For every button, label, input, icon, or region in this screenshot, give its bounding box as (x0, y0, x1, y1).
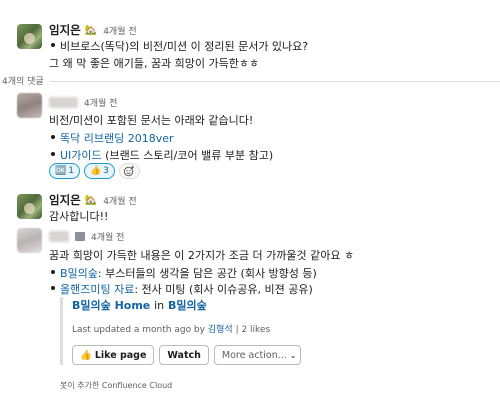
unfurl-actions: 👍 Like page Watch More action... ⌄ (72, 345, 400, 365)
avatar[interactable] (17, 24, 42, 49)
doc-link[interactable]: 올핸즈미팅 자료 (60, 283, 134, 296)
list-item: UI가이드 (브랜드 스토리/코어 밸류 부분 참고) (50, 149, 274, 162)
watch-button[interactable]: Watch (159, 345, 209, 365)
reaction-count: 1 (68, 166, 74, 176)
message-bullet: 비브로스(똑닥)의 비전/미션 이 정리된 문서가 있나요? (50, 40, 309, 53)
doc-link[interactable]: B밀의숲 (60, 267, 98, 280)
add-emoji-icon (124, 165, 135, 177)
unfurl-source: 봇이 추가한 Confluence Cloud (60, 381, 173, 390)
reaction-count: 3 (103, 166, 109, 176)
avatar[interactable] (17, 228, 42, 253)
message-header: 4개월 전 (49, 230, 124, 243)
message-text: 감사합니다!! (49, 210, 109, 223)
add-reaction-button[interactable] (118, 163, 140, 179)
timestamp[interactable]: 4개월 전 (84, 96, 117, 109)
author-name-redacted[interactable] (49, 97, 78, 108)
page-link[interactable]: B밀의숲 Home (72, 299, 150, 312)
reaction-ok[interactable]: 🆗 1 (49, 163, 80, 179)
timestamp[interactable]: 4개월 전 (103, 194, 136, 207)
unfurl-meta: Last updated a month ago by 김형석 | 2 like… (72, 325, 271, 335)
message-header: 4개월 전 (49, 96, 117, 109)
confluence-unfurl-card: B밀의숲 Home in B밀의숲 Last updated a month a… (60, 297, 400, 365)
unfurl-title: B밀의숲 Home in B밀의숲 (72, 299, 207, 312)
avatar[interactable] (17, 194, 42, 219)
author-name-redacted[interactable] (49, 231, 69, 242)
timestamp[interactable]: 4개월 전 (91, 230, 124, 243)
status-emoji-icon: 🏡 (84, 24, 98, 36)
status-badge-icon (75, 232, 85, 241)
timestamp[interactable]: 4개월 전 (103, 24, 136, 37)
list-item: 올핸즈미팅 자료: 전사 미팅 (회사 이슈공유, 비젼 공유) (51, 283, 313, 296)
like-page-button[interactable]: 👍 Like page (72, 345, 155, 365)
status-emoji-icon: 🏡 (84, 194, 98, 206)
message-header: 임지은 🏡 4개월 전 (49, 22, 137, 38)
message-text: 그 왜 막 좋은 애기들, 꿈과 희망이 가득한ㅎㅎ (49, 57, 260, 70)
thread-divider (50, 81, 500, 82)
author-name[interactable]: 임지은 (49, 22, 81, 38)
space-link[interactable]: B밀의숲 (168, 299, 207, 312)
more-action-select[interactable]: More action... ⌄ (213, 345, 301, 365)
thumbs-up-icon: 👍 (80, 349, 92, 361)
list-item: B밀의숲: 부스터들의 생각을 담은 공간 (회사 방향성 등) (51, 267, 317, 280)
ok-emoji-icon: 🆗 (55, 166, 67, 176)
message-text: 꿈과 희망이 가득한 내용은 이 2가지가 조금 더 가까울것 같아요 ㅎ (49, 249, 355, 262)
thumbs-up-emoji-icon: 👍 (89, 166, 102, 176)
message-header: 임지은 🏡 4개월 전 (49, 192, 137, 208)
avatar[interactable] (17, 93, 42, 118)
user-link[interactable]: 김형석 (208, 325, 233, 335)
chevron-down-icon: ⌄ (289, 350, 297, 360)
author-name[interactable]: 임지은 (49, 192, 81, 208)
reply-count: 4개의 댓글 (2, 77, 44, 87)
doc-link[interactable]: UI가이드 (60, 149, 102, 162)
doc-link[interactable]: 똑닥 리브랜딩 2018ver (60, 132, 174, 145)
message-text: 비전/미션이 포함된 문서는 아래와 같습니다! (49, 114, 254, 127)
reactions-bar: 🆗 1 👍 3 (49, 163, 140, 179)
reaction-thumbs-up[interactable]: 👍 3 (83, 163, 115, 179)
list-item: 똑닥 리브랜딩 2018ver (51, 130, 174, 146)
